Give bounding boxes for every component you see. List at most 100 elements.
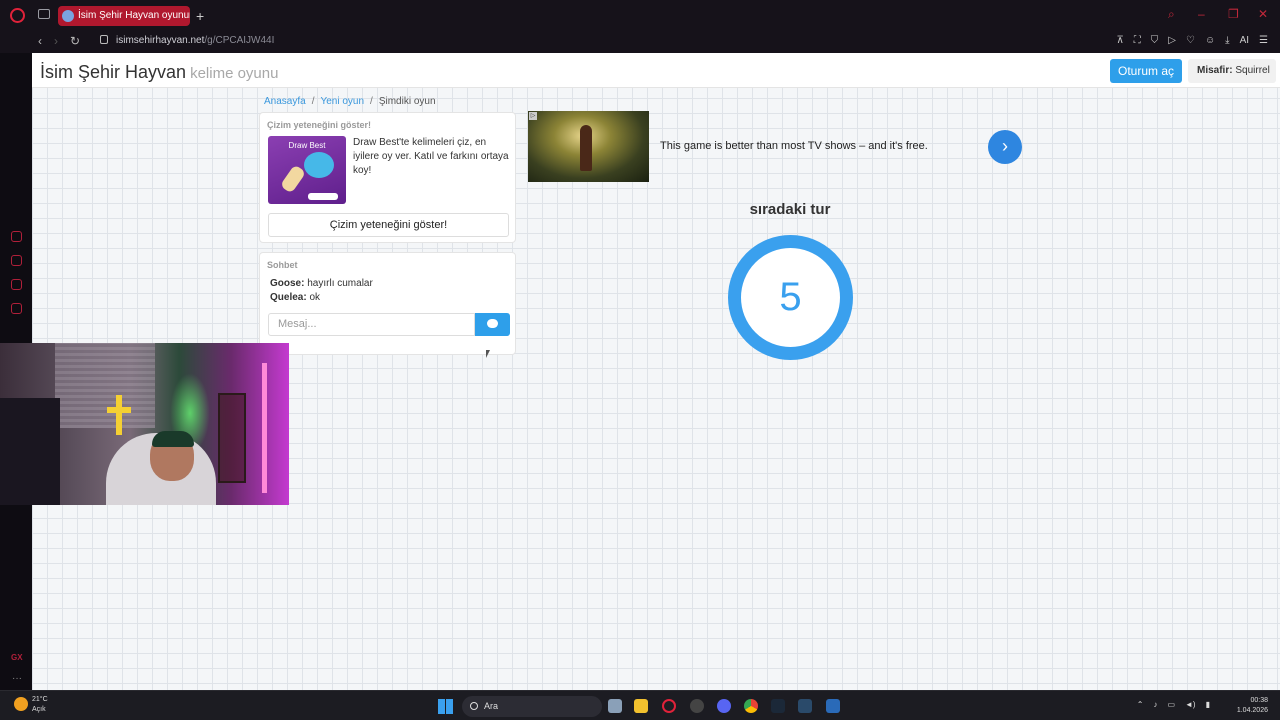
weather-temp: 21°C xyxy=(32,696,48,703)
promo-description: Draw Best'te kelimeleri çiz, en iyilere … xyxy=(353,137,509,176)
cross-decoration-bar xyxy=(107,407,131,413)
chrome-icon[interactable] xyxy=(744,699,758,713)
login-button[interactable]: Oturum aç xyxy=(1110,59,1182,83)
countdown-number: 5 xyxy=(779,275,802,319)
site-title[interactable]: İsim Şehir Hayvan kelime oyunu xyxy=(40,62,278,83)
rocket-icon xyxy=(279,164,307,194)
sidebar-chat-icon[interactable] xyxy=(11,303,22,314)
window-controls: ⌕ – ❐ ✕ xyxy=(1168,8,1270,20)
pc-case xyxy=(0,398,60,505)
steam-icon[interactable] xyxy=(771,699,785,713)
ad-next-button[interactable]: › xyxy=(988,130,1022,164)
close-icon[interactable]: ✕ xyxy=(1258,8,1270,20)
url-domain: isimsehirhayvan.net xyxy=(116,35,205,46)
new-tab-button[interactable]: + xyxy=(196,6,204,26)
guest-badge[interactable]: Misafir: Squirrel xyxy=(1188,59,1276,83)
promo-button[interactable]: Çizim yeteneğini göster! xyxy=(268,213,509,237)
browser-toolbar: ⊼ ⛶ ⛉ ▷ ♡ ☺ ⤓ AI ☰ xyxy=(1116,35,1268,46)
system-tray: ⌃ ♪ ▭ ◄) ▮ xyxy=(1137,700,1210,709)
chat-send-button[interactable] xyxy=(475,313,510,336)
chat-text: hayırlı cumalar xyxy=(307,278,373,289)
gx-icon[interactable]: GX xyxy=(11,653,23,662)
task-view-icon[interactable] xyxy=(608,699,622,713)
minimize-icon[interactable]: – xyxy=(1198,8,1210,20)
clock-time: 00:38 xyxy=(1250,697,1268,704)
volume-icon[interactable]: ◄) xyxy=(1185,700,1196,709)
promo-panel: Çizim yeteneğini göster! Draw Best Draw … xyxy=(259,112,516,243)
guest-name: Squirrel xyxy=(1235,65,1270,76)
url-field[interactable]: isimsehirhayvan.net/g/CPCAIJW44I xyxy=(100,35,274,46)
ai-button[interactable]: AI xyxy=(1240,35,1249,46)
adblock-icon[interactable]: ⛉ xyxy=(1151,35,1159,46)
menu-icon[interactable]: ☰ xyxy=(1259,35,1268,46)
chat-message: Quelea: ok xyxy=(270,292,320,303)
system-clock[interactable]: 00:38 1.04.2026 xyxy=(1237,696,1268,716)
draw-best-image-title: Draw Best xyxy=(288,141,326,150)
search-icon[interactable]: ⌕ xyxy=(1168,8,1180,20)
back-icon[interactable]: ‹ xyxy=(38,34,42,48)
pin-icon[interactable]: ⊼ xyxy=(1116,35,1123,46)
maximize-icon[interactable]: ❐ xyxy=(1228,8,1240,20)
cross-decoration xyxy=(116,395,122,435)
download-icon[interactable]: ⤓ xyxy=(1225,35,1229,46)
breadcrumb-home[interactable]: Anasayfa xyxy=(264,96,306,107)
chat-message-input[interactable]: Mesaj... xyxy=(268,313,475,336)
chevron-up-icon[interactable]: ⌃ xyxy=(1137,700,1144,709)
countdown-ring: 5 xyxy=(728,235,853,360)
shelf xyxy=(218,393,246,483)
breadcrumb-new-game[interactable]: Yeni oyun xyxy=(320,96,364,107)
network-icon[interactable]: ▭ xyxy=(1167,700,1175,709)
breadcrumb-current: Şimdiki oyun xyxy=(378,96,436,107)
ad-choices-icon[interactable]: ▷ xyxy=(529,112,537,120)
taskbar-search[interactable]: Ara xyxy=(462,696,602,717)
snapshot-icon[interactable]: ⛶ xyxy=(1134,35,1141,46)
play-icon[interactable]: ▷ xyxy=(1168,35,1176,46)
site-title-text: İsim Şehir Hayvan xyxy=(40,62,187,82)
browser-tab-active[interactable]: İsim Şehir Hayvan oyununa xyxy=(58,6,190,26)
weather-condition: Açık xyxy=(32,706,46,713)
battery-icon[interactable]: ▮ xyxy=(1206,700,1210,709)
microphone-icon[interactable]: ♪ xyxy=(1153,700,1157,709)
more-icon[interactable]: ··· xyxy=(12,673,22,684)
windows-start-icon[interactable] xyxy=(438,699,453,714)
breadcrumb-separator: / xyxy=(311,96,315,107)
reload-icon[interactable]: ↻ xyxy=(70,34,80,48)
guest-prefix: Misafir: xyxy=(1197,65,1233,76)
forward-icon[interactable]: › xyxy=(54,34,58,48)
heart-icon[interactable]: ♡ xyxy=(1186,35,1195,46)
ad-text[interactable]: This game is better than most TV shows –… xyxy=(660,140,928,152)
file-explorer-icon[interactable] xyxy=(634,699,648,713)
site-subtitle: kelime oyunu xyxy=(190,65,279,82)
opera-gx-icon[interactable] xyxy=(662,699,676,713)
app-icon[interactable] xyxy=(826,699,840,713)
draw-best-image[interactable]: Draw Best xyxy=(268,136,346,204)
steam-icon[interactable] xyxy=(798,699,812,713)
search-icon xyxy=(470,702,478,710)
chevron-right-icon: › xyxy=(1002,136,1008,156)
brand-badge xyxy=(308,193,338,200)
ad-figure xyxy=(580,125,592,171)
streamer-cap xyxy=(152,431,194,447)
app-icon[interactable] xyxy=(690,699,704,713)
clock-date: 1.04.2026 xyxy=(1236,707,1268,714)
speech-bubble-icon xyxy=(304,152,334,178)
discord-icon[interactable] xyxy=(717,699,731,713)
tab-islands-icon[interactable] xyxy=(38,9,50,19)
ad-image[interactable]: ▷ xyxy=(528,111,649,182)
breadcrumb: Anasayfa / Yeni oyun / Şimdiki oyun xyxy=(264,96,436,107)
tab-title: İsim Şehir Hayvan oyununa xyxy=(78,10,190,21)
opera-logo-icon[interactable] xyxy=(10,8,25,23)
webcam-overlay xyxy=(0,343,289,505)
sidebar-refresh-icon[interactable] xyxy=(11,231,22,242)
browser-tab-bar: İsim Şehir Hayvan oyununa + ⌕ – ❐ ✕ xyxy=(0,0,1280,31)
sidebar-wallet-icon[interactable] xyxy=(11,279,22,290)
sidebar-bot-icon[interactable] xyxy=(11,255,22,266)
nav-buttons: ‹ › ↻ xyxy=(38,34,80,48)
screen: İsim Şehir Hayvan oyununa + ⌕ – ❐ ✕ ‹ › … xyxy=(0,0,1280,720)
chat-text: ok xyxy=(309,292,321,303)
window-blinds xyxy=(55,343,155,428)
chat-message: Goose: hayırlı cumalar xyxy=(270,278,373,289)
promo-heading: Çizim yeteneğini göster! xyxy=(267,120,372,130)
profile-icon[interactable]: ☺ xyxy=(1205,35,1215,46)
weather-widget[interactable]: 21°C Açık xyxy=(14,695,48,715)
